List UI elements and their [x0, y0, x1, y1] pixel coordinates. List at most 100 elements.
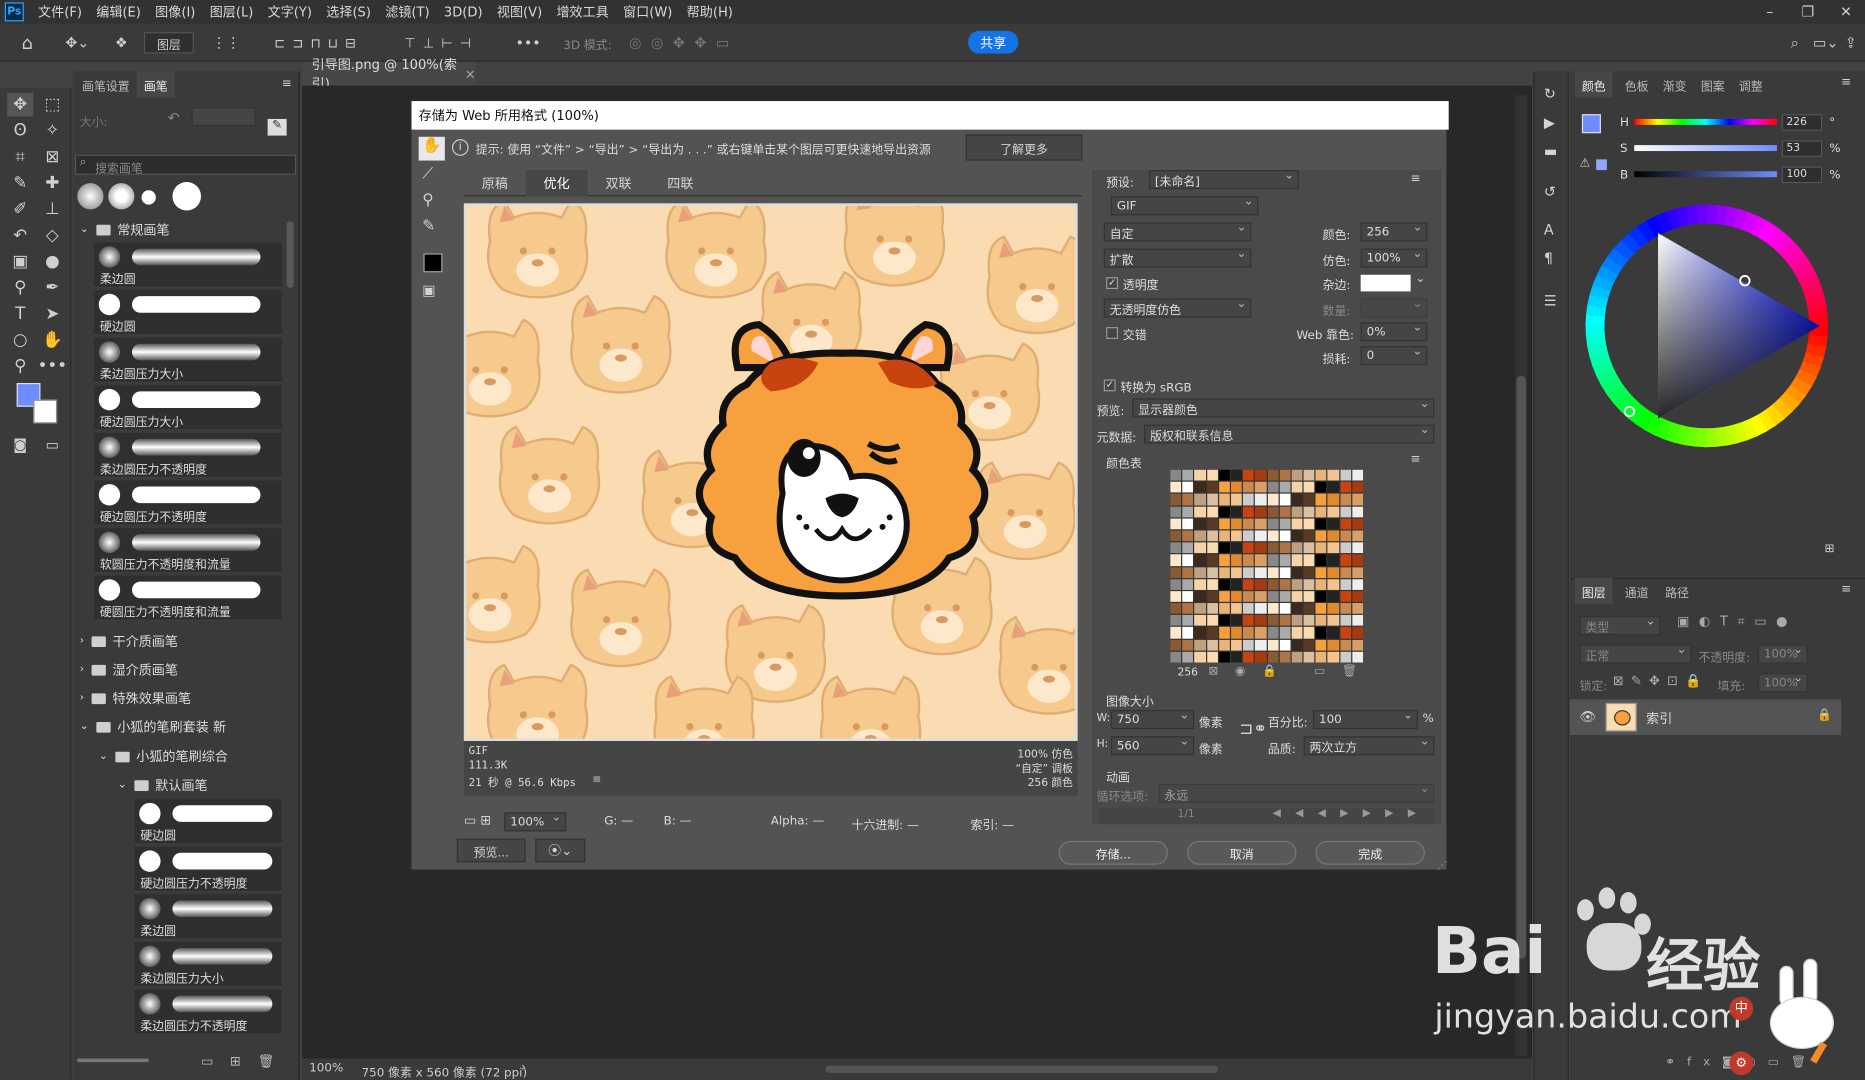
brush-item[interactable]: 柔边圆压力不透明度 [93, 432, 282, 479]
menu-select[interactable]: 选择(S) [319, 2, 378, 21]
brush-item[interactable]: 软圆压力不透明度和流量 [93, 528, 282, 574]
move-tool-icon[interactable]: ✥⌄ [59, 32, 95, 53]
color-table-menu-icon[interactable]: ≡ [1411, 453, 1421, 466]
path-select-icon[interactable]: ➤ [39, 302, 65, 326]
stamp-tool-icon[interactable]: ⊥ [39, 197, 65, 221]
preset-dropdown[interactable]: [未命名] [1148, 169, 1299, 190]
tab-paths[interactable]: 路径 [1658, 578, 1696, 604]
brightness-slider[interactable] [1634, 171, 1777, 178]
more-tools-icon[interactable]: ••• [38, 354, 67, 378]
menu-window[interactable]: 窗口(W) [616, 2, 680, 21]
layers-menu-icon[interactable]: ≡ [1841, 583, 1851, 596]
panel-footer-icons[interactable]: ▭⊞🗑 [201, 1054, 291, 1069]
zoom-level[interactable]: 100% [309, 1062, 343, 1075]
lock-icons[interactable]: ⊠✎✥⊡🔒 [1613, 673, 1709, 688]
align-icons[interactable]: ⊏⊐⊓⊔⊟ [259, 32, 378, 53]
eyedropper-color-swatch[interactable] [423, 253, 443, 273]
properties-icon[interactable]: ☰ [1544, 293, 1557, 310]
history-brush-icon[interactable]: ↶ [7, 224, 33, 248]
tab-adjustments[interactable]: 调整 [1732, 71, 1770, 97]
menu-help[interactable]: 帮助(H) [680, 2, 740, 21]
gradient-tool-icon[interactable]: ▣ [7, 250, 33, 274]
recent-brush-small-icon[interactable] [141, 190, 156, 205]
hue-slider[interactable] [1634, 118, 1777, 125]
color-reduction-dropdown[interactable]: 自定 [1103, 221, 1252, 242]
history-icon[interactable]: ↻ [1544, 86, 1556, 103]
quick-mask-icon[interactable]: ◙ [7, 433, 33, 457]
eyedropper-icon[interactable]: ✎ [422, 218, 435, 236]
group-fox-brush-set[interactable]: ⌄ 小狐的笔刷套装 新 [80, 714, 226, 740]
brush-item[interactable]: 硬边圆压力不透明度 [134, 846, 282, 893]
layer-filter-icons[interactable]: ▣◐T⌗▭● [1677, 614, 1797, 631]
brush-search-input[interactable]: ⌕ 搜索画笔 [74, 154, 297, 176]
menu-view[interactable]: 视图(V) [490, 2, 550, 21]
menu-edit[interactable]: 编辑(E) [89, 2, 148, 21]
preview-button[interactable]: 预览... [456, 838, 526, 863]
lossy-field[interactable]: 0 [1360, 345, 1428, 366]
group-special-effects[interactable]: › 特殊效果画笔 [80, 685, 191, 711]
workspace-icon[interactable]: ▭⌄ [1813, 32, 1839, 53]
paragraph-icon[interactable]: ¶ [1544, 250, 1553, 267]
tab-original[interactable]: 原稿 [464, 170, 526, 196]
quality-dropdown[interactable]: 两次立方 [1303, 735, 1435, 756]
transform-controls-icon[interactable]: ⋮⋮ [212, 32, 241, 53]
brightness-value[interactable]: 100 [1781, 166, 1823, 184]
group-dry-media[interactable]: › 干介质画笔 [80, 628, 178, 654]
comments-icon[interactable]: ▬ [1544, 143, 1557, 160]
hue-value[interactable]: 226 [1781, 114, 1823, 131]
layer-row[interactable]: 👁 索引 🔒 [1570, 699, 1842, 736]
foreground-swatch[interactable] [1581, 114, 1601, 134]
scrollbar[interactable] [286, 221, 294, 288]
preview-size-slider[interactable] [77, 1058, 149, 1063]
save-button[interactable]: 存储... [1058, 840, 1168, 865]
more-options-icon[interactable]: ••• [515, 32, 540, 53]
group-default-brushes[interactable]: ⌄ 默认画笔 [118, 772, 208, 798]
ime-indicator-icon[interactable]: 中 [1729, 996, 1754, 1021]
hand-tool-icon[interactable]: ✋ [418, 136, 445, 161]
color-table-tool-icons[interactable]: ⊠◉🔒 ▭🗑 [1208, 665, 1373, 678]
home-icon[interactable]: ⌂ [14, 32, 40, 53]
brush-item[interactable]: 柔边圆 [134, 894, 282, 940]
recent-brush-hard-icon[interactable] [172, 181, 202, 211]
settings-gear-icon[interactable]: ⚙ [1729, 1051, 1754, 1076]
brush-item[interactable]: 硬边圆压力大小 [93, 385, 282, 431]
brush-item[interactable]: 硬边圆 [93, 290, 282, 336]
menu-file[interactable]: 文件(F) [31, 2, 89, 21]
srgb-checkbox[interactable]: ✓ [1103, 379, 1116, 392]
character-icon[interactable]: A [1544, 221, 1554, 238]
menu-3d[interactable]: 3D(D) [437, 4, 490, 19]
visibility-eye-icon[interactable]: 👁 [1580, 709, 1597, 724]
share-button[interactable]: 共享 [968, 30, 1019, 54]
color-panel-menu-icon[interactable]: ≡ [1841, 76, 1851, 89]
size-field[interactable] [191, 107, 256, 127]
auto-select-icon[interactable]: ❖ [109, 32, 133, 53]
websnap-field[interactable]: 0% [1360, 321, 1428, 342]
expand-icon[interactable]: ⊞ [1825, 542, 1835, 555]
minimize-icon[interactable]: – [1751, 0, 1789, 24]
screen-mode-icon[interactable]: ▭ [39, 433, 65, 457]
search-icon[interactable]: ⌕ [1784, 32, 1805, 53]
recent-brush-soft-icon[interactable] [77, 183, 104, 210]
height-field[interactable]: 560 [1110, 735, 1195, 756]
tab-4up[interactable]: 四联 [649, 170, 711, 196]
slice-select-icon[interactable]: ⟋ [422, 165, 433, 183]
blur-tool-icon[interactable]: ● [39, 250, 65, 274]
brush-item[interactable]: 柔边圆 [93, 242, 282, 288]
marquee-tool-icon[interactable]: ⬚ [39, 93, 65, 117]
brush-item[interactable]: 柔边圆压力大小 [134, 942, 282, 988]
tab-color[interactable]: 颜色 [1574, 71, 1613, 98]
menu-type[interactable]: 文字(Y) [260, 2, 319, 21]
browser-preview-icon[interactable]: ⦿⌄ [535, 838, 586, 863]
magic-wand-icon[interactable]: ✧ [39, 119, 65, 143]
tab-channels[interactable]: 通道 [1618, 578, 1656, 604]
tab-brush-settings[interactable]: 画笔设置 [75, 71, 137, 97]
preview-dropdown[interactable]: 显示器颜色 [1132, 397, 1435, 418]
tab-brushes[interactable]: 画笔 [136, 71, 175, 98]
cancel-button[interactable]: 取消 [1187, 840, 1297, 865]
opacity-field[interactable]: 100% [1757, 643, 1808, 664]
menu-layer[interactable]: 图层(L) [203, 2, 261, 21]
tab-layers[interactable]: 图层 [1574, 578, 1613, 605]
layer-select-dropdown[interactable]: 图层 [143, 32, 194, 54]
pen-tool-icon[interactable]: ✒ [39, 276, 65, 300]
tab-2up[interactable]: 双联 [588, 170, 650, 196]
